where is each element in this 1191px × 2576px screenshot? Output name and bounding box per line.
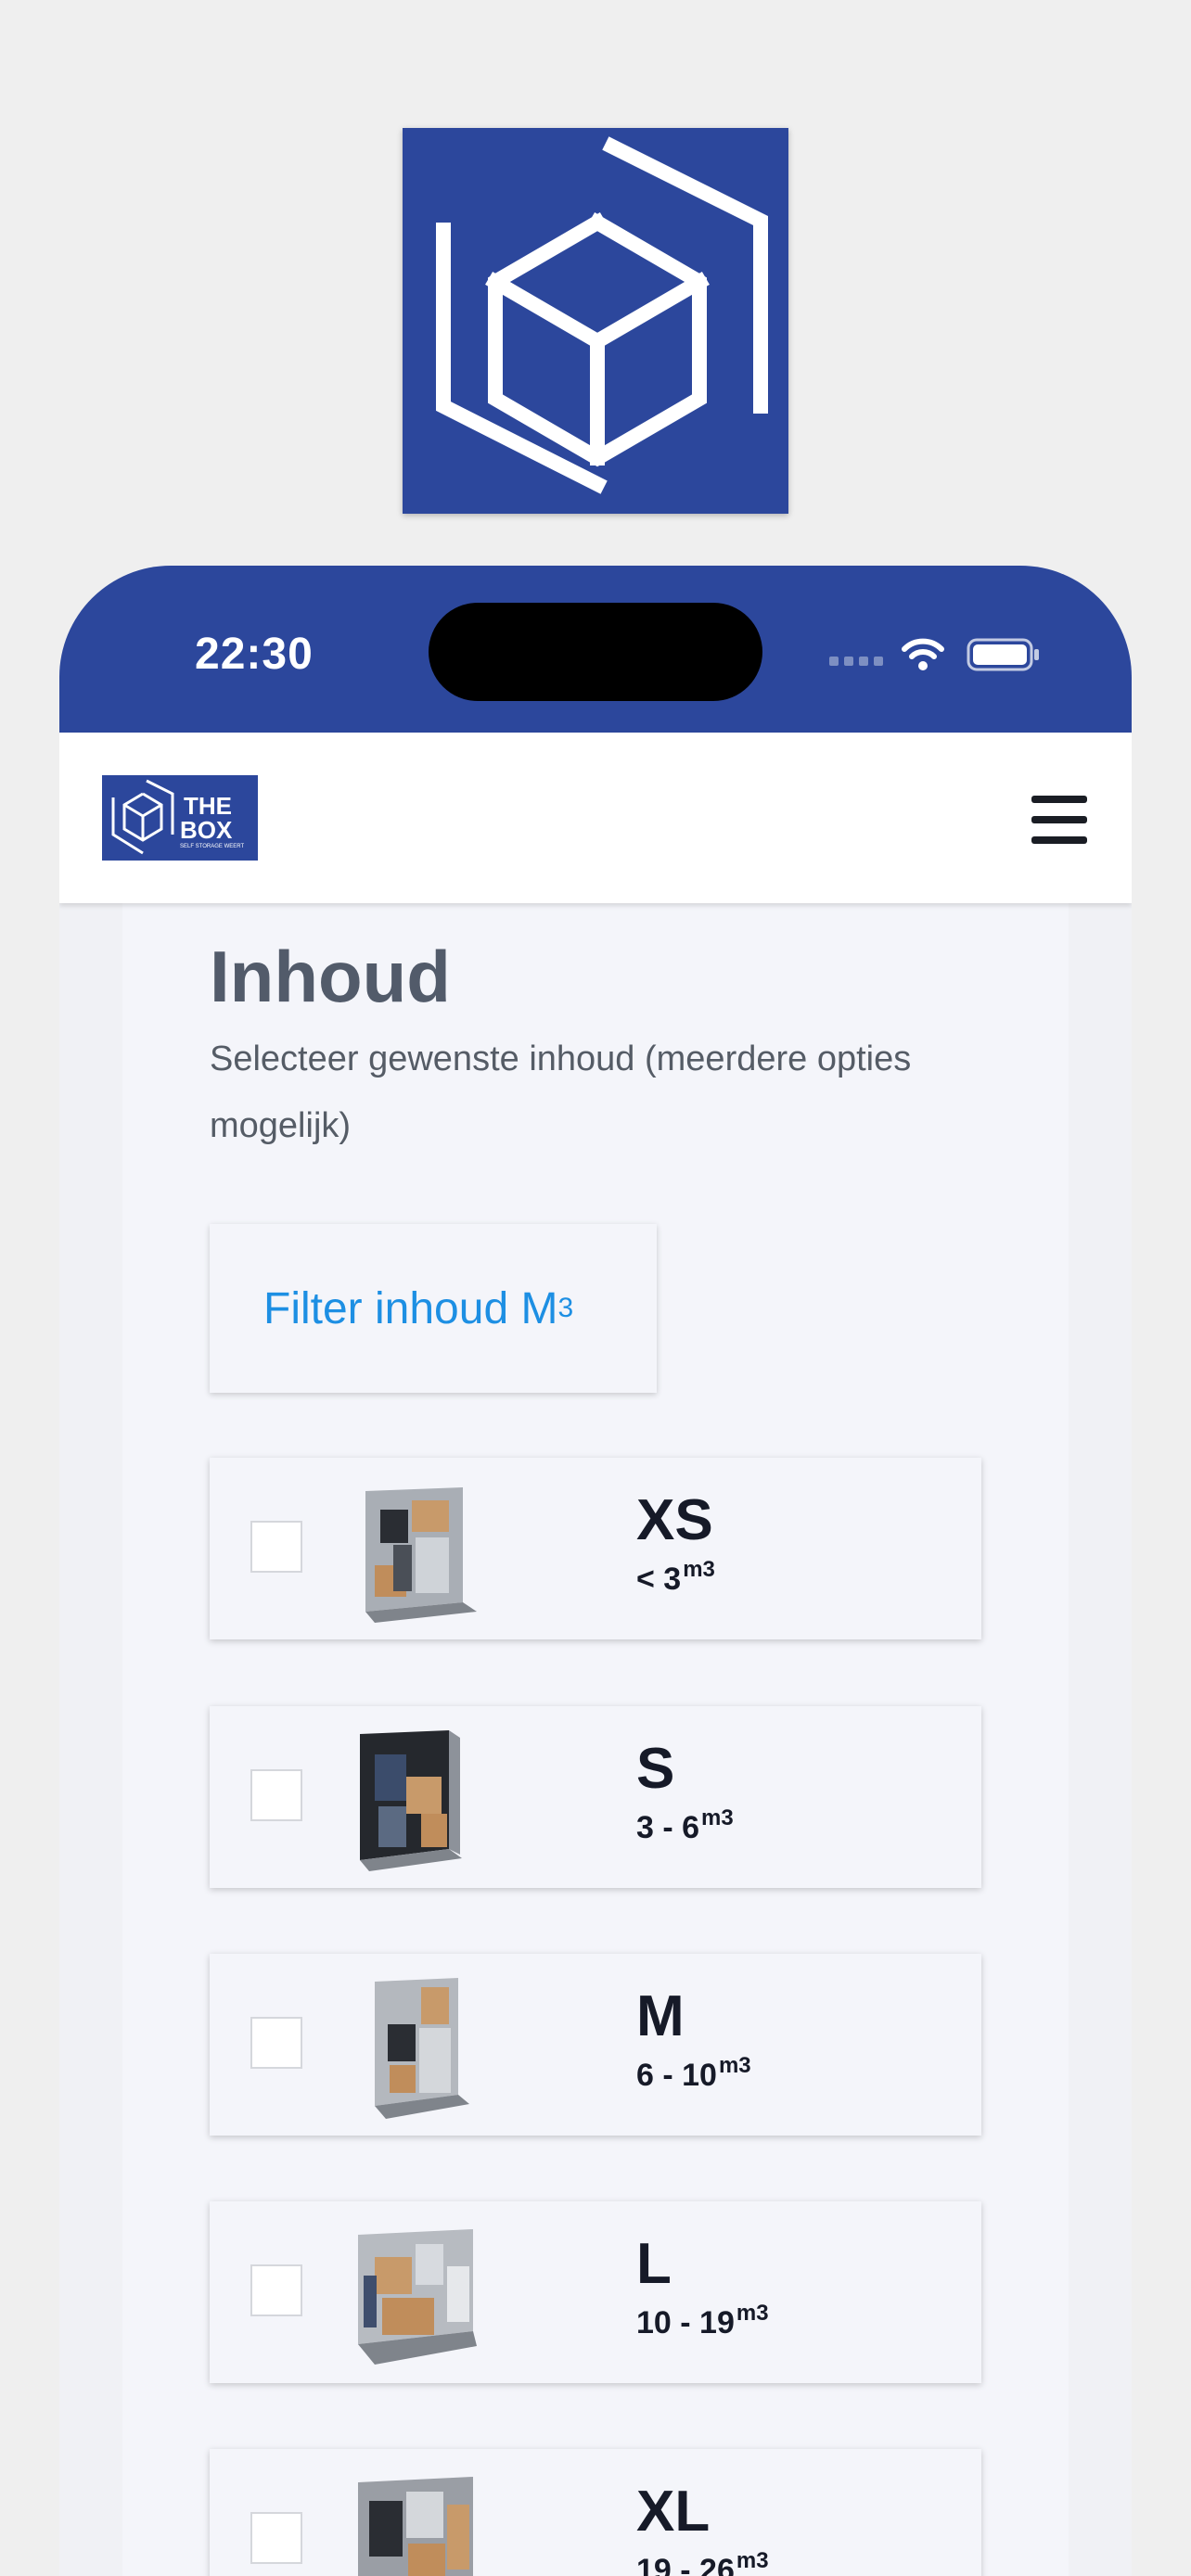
size-range: 6 - 10m3 (636, 2053, 751, 2093)
size-label: S (636, 1737, 675, 1801)
size-range: 10 - 19m3 (636, 2301, 769, 2340)
size-checkbox[interactable] (250, 2264, 302, 2316)
size-range: 3 - 6m3 (636, 1805, 734, 1845)
svg-text:BOX: BOX (180, 816, 233, 844)
size-checkbox[interactable] (250, 2017, 302, 2069)
storage-unit-image (375, 1978, 469, 2119)
size-option-l[interactable]: L 10 - 19m3 (210, 2201, 981, 2383)
size-checkbox[interactable] (250, 1769, 302, 1821)
storage-unit-image (360, 1730, 462, 1871)
filter-volume-button[interactable]: Filter inhoud M3 (210, 1224, 657, 1393)
phone-screen: 22:30 THE BOX SELF STORAGE WEERT Inhoud … (59, 566, 1132, 2576)
status-time: 22:30 (195, 630, 314, 679)
size-option-m[interactable]: M 6 - 10m3 (210, 1954, 981, 2136)
navigation-bar: THE BOX SELF STORAGE WEERT (59, 733, 1132, 903)
the-box-logo-icon: THE BOX SELF STORAGE WEERT (111, 779, 244, 855)
storage-unit-image (358, 2229, 477, 2365)
size-label: XS (636, 1488, 713, 1552)
app-icon-logo (403, 128, 788, 514)
dynamic-island (429, 603, 762, 701)
page-subtitle: Selecteer gewenste inhoud (meerdere opti… (210, 1039, 912, 1145)
size-option-xs[interactable]: XS < 3m3 (210, 1458, 981, 1639)
storage-unit-image (365, 1487, 477, 1623)
wifi-icon (902, 638, 944, 670)
hamburger-menu-icon[interactable] (1031, 796, 1087, 844)
size-label: M (636, 1984, 685, 2048)
size-option-xl[interactable]: XL 19 - 26m3 (210, 2449, 981, 2576)
battery-icon (967, 638, 1039, 671)
filter-volume-label: Filter inhoud M (263, 1283, 558, 1333)
svg-text:SELF STORAGE WEERT: SELF STORAGE WEERT (180, 844, 244, 849)
size-label: XL (636, 2480, 711, 2544)
cube-logo-icon (436, 136, 768, 494)
size-range: < 3m3 (636, 1557, 715, 1597)
size-option-s[interactable]: S 3 - 6m3 (210, 1706, 981, 1888)
size-range: 19 - 26m3 (636, 2548, 769, 2576)
page-title: Inhoud (210, 936, 451, 1017)
size-checkbox[interactable] (250, 2512, 302, 2564)
status-bar: 22:30 (59, 566, 1132, 733)
cellular-signal-icon (829, 657, 883, 666)
size-label: L (636, 2232, 672, 2296)
storage-unit-image (358, 2477, 473, 2576)
the-box-logo[interactable]: THE BOX SELF STORAGE WEERT (102, 775, 258, 861)
size-checkbox[interactable] (250, 1521, 302, 1573)
